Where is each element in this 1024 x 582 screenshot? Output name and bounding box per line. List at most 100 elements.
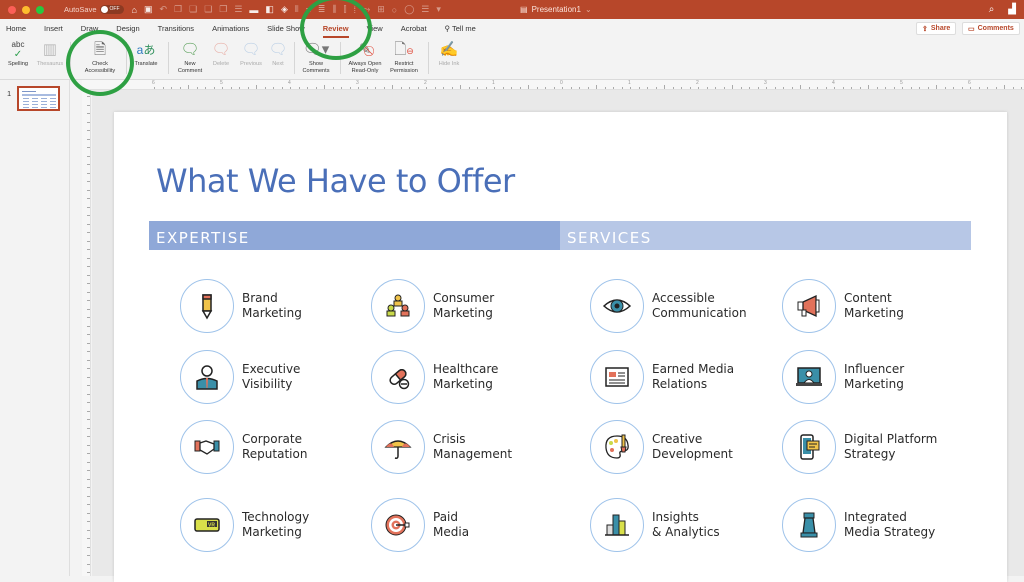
minimize-window-button[interactable] xyxy=(22,5,30,14)
autosave-toggle[interactable]: OFF xyxy=(99,5,124,14)
item-label-line1: Technology xyxy=(242,510,310,524)
services-item[interactable]: Integrated Media Strategy xyxy=(782,498,935,552)
ruler-tick xyxy=(1021,87,1022,89)
group-icon[interactable]: ⊞ xyxy=(377,4,385,15)
home-icon[interactable]: ⌂ xyxy=(132,5,137,15)
expertise-item[interactable]: Consumer Marketing xyxy=(371,279,494,333)
new-comment-button[interactable]: 🗨 New Comment xyxy=(174,40,206,75)
check-accessibility-button[interactable]: 🗎 Check Accessibility xyxy=(78,40,122,75)
align-middle-icon[interactable]: ⫿ xyxy=(344,4,347,15)
expertise-item[interactable]: VR Technology Marketing xyxy=(180,498,309,552)
ruler-tick xyxy=(87,147,90,148)
slide-thumbnail[interactable] xyxy=(17,86,60,111)
services-item[interactable]: Creative Development xyxy=(590,420,733,474)
format-icon[interactable]: ❑ xyxy=(204,4,212,15)
close-window-button[interactable] xyxy=(8,5,16,14)
comment-icon: ▭ xyxy=(968,25,975,33)
always-open-read-only-button[interactable]: ✎⃠ Always Open Read-Only xyxy=(344,40,386,75)
services-item[interactable]: Content Marketing xyxy=(782,279,904,333)
services-item[interactable]: Influencer Marketing xyxy=(782,350,904,404)
expertise-item[interactable]: Corporate Reputation xyxy=(180,420,307,474)
tab-insert[interactable]: Insert xyxy=(44,22,63,35)
horizontal-ruler[interactable]: 6 5 4 3 2 1 0 1 2 3 4 5 6 xyxy=(82,80,1024,90)
autosave-control[interactable]: AutoSave OFF xyxy=(64,5,124,14)
expertise-item[interactable]: Paid Media xyxy=(371,498,469,552)
slide[interactable]: What We Have to Offer EXPERTISE SERVICES… xyxy=(114,112,1007,582)
tell-me-search[interactable]: ⚲ Tell me xyxy=(445,22,476,35)
services-item[interactable]: Digital Platform Strategy xyxy=(782,420,937,474)
tab-view[interactable]: View xyxy=(367,22,383,35)
comments-button[interactable]: ▭ Comments xyxy=(962,22,1020,35)
ruler-label: 1 xyxy=(492,80,495,86)
arrange-icon[interactable]: ◈ xyxy=(281,4,288,15)
translate-button[interactable]: aあ Translate xyxy=(130,40,162,68)
tab-slide-show[interactable]: Slide Show xyxy=(267,22,305,35)
share-button[interactable]: ⇪ Share xyxy=(916,22,957,35)
item-label-line2: Development xyxy=(652,447,733,461)
expertise-header[interactable]: EXPERTISE xyxy=(149,221,560,250)
expertise-item[interactable]: Healthcare Marketing xyxy=(371,350,498,404)
shapes-icon[interactable]: ◧ xyxy=(265,4,274,15)
previous-comment-button[interactable]: 🗨 Previous xyxy=(236,40,266,68)
save-icon[interactable]: ▣ xyxy=(144,4,153,15)
tab-home[interactable]: Home xyxy=(6,22,26,35)
slide-title[interactable]: What We Have to Offer xyxy=(156,162,515,200)
item-label: Earned Media Relations xyxy=(652,362,734,392)
item-label: Healthcare Marketing xyxy=(433,362,498,392)
align-right-icon[interactable]: ≣ xyxy=(318,4,326,15)
spelling-button[interactable]: abc ✓ Spelling xyxy=(4,40,32,68)
rotate-icon[interactable]: ⤳ xyxy=(363,4,370,15)
ruler-tick xyxy=(332,87,334,89)
tab-transitions[interactable]: Transitions xyxy=(158,22,194,35)
show-comments-button[interactable]: 🗨▾ Show Comments xyxy=(298,40,334,75)
ruler-tick xyxy=(87,385,90,386)
align-left-icon[interactable]: ⫴ xyxy=(295,4,299,15)
align-top-icon[interactable]: ⫼ xyxy=(332,4,336,15)
tab-animations[interactable]: Animations xyxy=(212,22,249,35)
undo-icon[interactable]: ↶ xyxy=(159,4,167,15)
chevron-down-icon: ⌄ xyxy=(584,5,592,14)
tab-acrobat[interactable]: Acrobat xyxy=(401,22,427,35)
distribute-icon[interactable]: ⁞ xyxy=(353,5,356,15)
ruler-tick xyxy=(162,87,164,89)
restrict-permission-button[interactable]: 🗋⊖ Restrict Permission xyxy=(386,40,422,75)
vertical-ruler[interactable] xyxy=(82,90,91,576)
oval-outline-icon[interactable]: ◯ xyxy=(404,4,414,15)
document-title[interactable]: ▤ Presentation1 ⌄ xyxy=(520,0,592,19)
paste-icon[interactable]: ❏ xyxy=(189,4,197,15)
expertise-item[interactable]: Brand Marketing xyxy=(180,279,302,333)
oval-icon[interactable]: ○ xyxy=(392,5,397,15)
ruler-tick xyxy=(87,572,90,573)
services-header[interactable]: SERVICES xyxy=(560,221,971,250)
services-item[interactable]: Accessible Communication xyxy=(590,279,747,333)
services-item[interactable]: Insights & Analytics xyxy=(590,498,720,552)
account-icon[interactable]: ▟ xyxy=(1008,4,1016,15)
search-icon[interactable]: ⌕ xyxy=(989,4,995,15)
ruler-tick xyxy=(87,223,90,225)
layout-icon[interactable]: ▬ xyxy=(249,5,258,15)
expertise-item[interactable]: Crisis Management xyxy=(371,420,512,474)
customize-icon[interactable]: ▾ xyxy=(436,4,441,15)
ribbon-separator xyxy=(294,42,295,74)
icon-circle xyxy=(371,420,425,474)
tab-review[interactable]: Review xyxy=(322,22,349,38)
list-icon[interactable]: ☰ xyxy=(234,4,242,15)
tab-draw[interactable]: Draw xyxy=(81,22,99,35)
bullets-icon[interactable]: ☰ xyxy=(421,4,429,15)
tab-design[interactable]: Design xyxy=(116,22,139,35)
hide-ink-button[interactable]: ✍ Hide Ink xyxy=(434,40,464,68)
ruler-tick xyxy=(1004,85,1005,89)
services-item[interactable]: Earned Media Relations xyxy=(590,350,734,404)
ruler-tick xyxy=(87,444,90,446)
format-painter-icon[interactable]: ❒ xyxy=(219,4,227,15)
book-icon: ▥ xyxy=(42,41,58,58)
thesaurus-button[interactable]: ▥ Thesaurus xyxy=(34,40,66,68)
next-comment-button[interactable]: 🗨 Next xyxy=(266,40,290,68)
copy-icon[interactable]: ❐ xyxy=(174,4,182,15)
maximize-window-button[interactable] xyxy=(36,5,44,14)
ruler-tick xyxy=(366,87,368,89)
align-center-icon[interactable]: ≡ xyxy=(306,5,311,15)
delete-comment-button[interactable]: 🗨 Delete xyxy=(206,40,236,68)
expertise-item[interactable]: Executive Visibility xyxy=(180,350,300,404)
always-open-label-1: Always Open xyxy=(348,61,382,67)
